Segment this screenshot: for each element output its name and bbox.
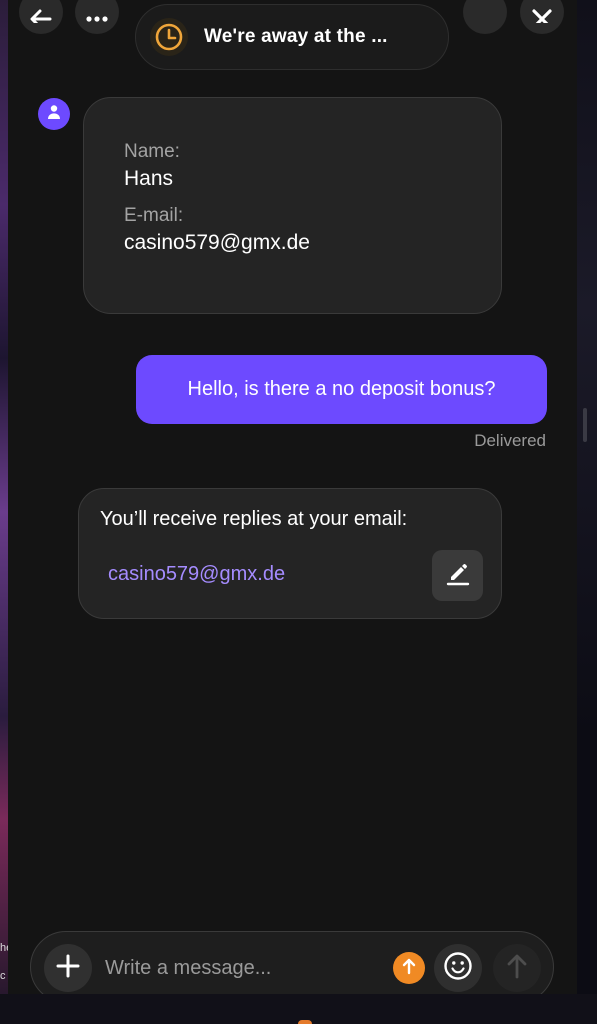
email-value: casino579@gmx.de [124,231,310,254]
emoji-button[interactable] [434,944,482,992]
background-page-right [577,0,597,1024]
attach-button[interactable] [44,944,92,992]
status-title-pill: We're away at the ... [135,4,449,70]
outgoing-message-bubble: Hello, is there a no deposit bonus? [136,355,547,424]
more-horizontal-icon [84,0,110,28]
outgoing-message-text: Hello, is there a no deposit bonus? [187,378,496,400]
send-button[interactable] [493,944,541,992]
pencil-icon [445,560,471,591]
plus-icon [55,953,81,984]
background-launcher-peek [298,1020,312,1024]
background-page-left [0,0,8,1024]
back-button[interactable] [19,0,63,34]
smiley-icon [443,951,473,986]
reply-notice-text: You’ll receive replies at your email: [100,508,408,530]
clock-icon [150,18,188,56]
name-label: Name: [124,141,180,162]
email-label: E-mail: [124,205,184,226]
message-input[interactable] [105,950,375,986]
agent-avatar [38,98,70,130]
message-composer [30,931,554,994]
widget-title: We're away at the ... [204,26,388,47]
arrow-left-icon [28,0,54,28]
background-page-fragment: hec [0,942,8,982]
user-icon [47,104,61,125]
minimize-icon [472,0,498,28]
background-page-bottom [0,994,597,1024]
chat-widget: We're away at the ... Name: Hans E-mail:… [8,0,577,994]
send-arrow-icon [504,952,530,985]
close-icon [529,0,555,29]
upload-button[interactable] [393,952,425,984]
reply-email-address: casino579@gmx.de [108,563,286,585]
arrow-up-icon [401,957,417,980]
contact-info-card: Name: Hans E-mail: casino579@gmx.de [83,97,502,314]
minimize-button[interactable] [463,0,507,34]
delivery-status: Delivered [474,431,546,450]
name-value: Hans [124,167,174,190]
more-options-button[interactable] [75,0,119,34]
close-button[interactable] [520,0,564,34]
reply-email-card: You’ll receive replies at your email: ca… [78,488,502,619]
edit-email-button[interactable] [432,550,483,601]
page-scrollbar[interactable] [583,408,587,442]
